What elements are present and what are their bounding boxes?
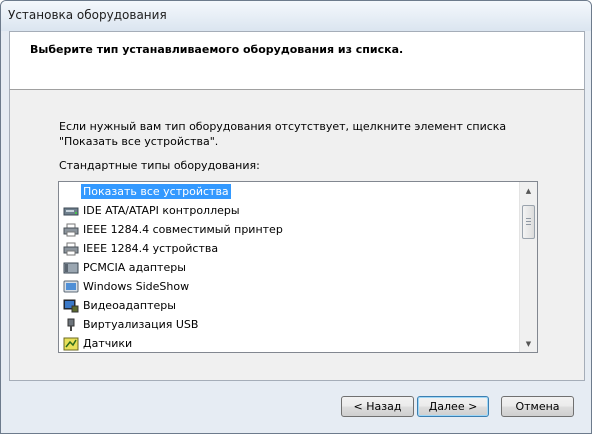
list-scrollbar[interactable]: ▲ ▼ xyxy=(519,182,537,352)
list-item-label: Виртуализация USB xyxy=(83,318,199,331)
scroll-up-button[interactable]: ▲ xyxy=(520,182,537,199)
list-item-show-all[interactable]: Показать все устройства xyxy=(59,182,520,201)
list-item-label: Показать все устройства xyxy=(81,184,231,199)
sideshow-icon xyxy=(63,280,79,294)
hardware-wizard-window: Установка оборудования Выберите тип уста… xyxy=(0,0,592,434)
list-item-label: Датчики xyxy=(83,337,133,350)
header-instruction: Выберите тип устанавливаемого оборудован… xyxy=(30,43,404,56)
back-button[interactable]: < Назад xyxy=(341,396,414,417)
list-item-sideshow[interactable]: Windows SideShow xyxy=(59,277,520,296)
list-label: Стандартные типы оборудования: xyxy=(59,159,260,172)
scroll-thumb[interactable] xyxy=(522,205,535,239)
title-bar[interactable]: Установка оборудования xyxy=(1,1,591,31)
next-button[interactable]: Далее > xyxy=(417,396,489,417)
list-item-label: Windows SideShow xyxy=(83,280,190,293)
printer-icon xyxy=(63,242,79,256)
scroll-down-button[interactable]: ▼ xyxy=(520,335,537,352)
list-item-ide[interactable]: IDE ATA/ATAPI контроллеры xyxy=(59,201,520,220)
display-adapter-icon xyxy=(63,299,79,313)
list-item-label: IEEE 1284.4 совместимый принтер xyxy=(83,223,283,236)
list-item-pcmcia[interactable]: PCMCIA адаптеры xyxy=(59,258,520,277)
sensor-icon xyxy=(63,337,79,351)
list-item-sensors[interactable]: Датчики xyxy=(59,334,520,352)
pcmcia-card-icon xyxy=(63,261,79,275)
list-item-label: IEEE 1284.4 устройства xyxy=(83,242,219,255)
thumb-grip-line xyxy=(526,221,531,222)
list-item-ieee-devices[interactable]: IEEE 1284.4 устройства xyxy=(59,239,520,258)
usb-plug-icon xyxy=(63,318,79,332)
thumb-grip-line xyxy=(526,224,531,225)
wizard-footer: < Назад Далее > Отмена xyxy=(1,380,591,433)
list-item-label: IDE ATA/ATAPI контроллеры xyxy=(83,204,240,217)
list-item-ieee-printer[interactable]: IEEE 1284.4 совместимый принтер xyxy=(59,220,520,239)
wizard-header: Выберите тип устанавливаемого оборудован… xyxy=(9,31,585,90)
hardware-type-list[interactable]: Показать все устройства IDE ATA/ATAPI ко… xyxy=(58,181,538,353)
list-item-usb-virtualization[interactable]: Виртуализация USB xyxy=(59,315,520,334)
wizard-content: Если нужный вам тип оборудования отсутст… xyxy=(9,89,585,381)
cancel-button[interactable]: Отмена xyxy=(501,396,574,417)
list-item-label: PCMCIA адаптеры xyxy=(83,261,186,274)
description-text: Если нужный вам тип оборудования отсутст… xyxy=(59,120,507,148)
list-item-video[interactable]: Видеоадаптеры xyxy=(59,296,520,315)
window-title: Установка оборудования xyxy=(8,8,167,22)
list-item-label: Видеоадаптеры xyxy=(83,299,176,312)
printer-icon xyxy=(63,223,79,237)
ide-controller-icon xyxy=(63,204,79,218)
thumb-grip-line xyxy=(526,218,531,219)
